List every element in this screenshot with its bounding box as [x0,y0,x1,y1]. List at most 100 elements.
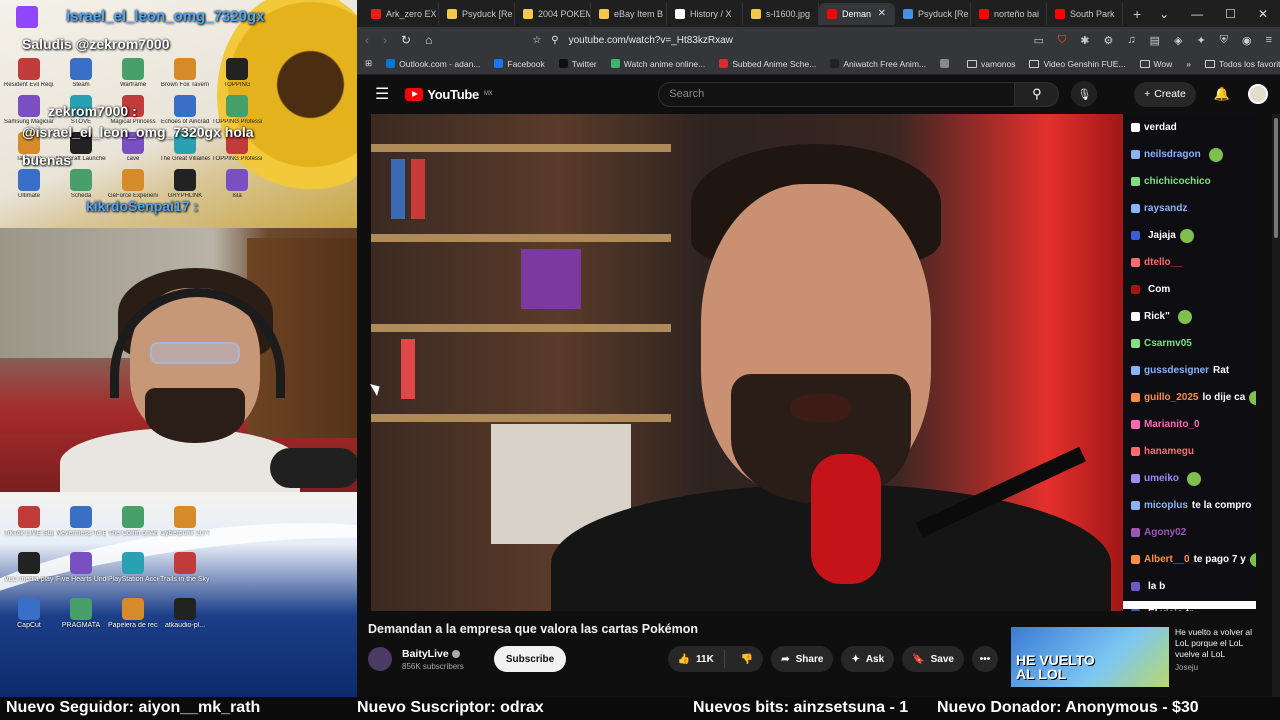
bookmark-item[interactable]: Outlook.com - adan... [386,59,480,69]
music-icon[interactable]: ♫ [1127,34,1135,47]
chat-username[interactable]: dtello__ [1144,249,1182,276]
desktop-icon[interactable]: TikTok LIVE Studio [4,506,54,538]
desktop-icon[interactable]: Cyberpunk 2077 [160,506,210,538]
chat-username[interactable]: micoplus [1144,492,1188,519]
chat-username[interactable]: Agony02 [1144,519,1186,546]
desktop-icon[interactable]: Scheda [56,169,106,200]
desktop-icon[interactable]: Papelera de reciclaje [108,598,158,630]
browser-tab[interactable]: Ark_zero EX [363,2,439,25]
reload-icon[interactable]: ↻ [401,33,411,47]
forward-icon[interactable]: › [383,33,387,47]
channel-avatar[interactable] [368,647,392,671]
desktop-icon[interactable]: Samsung Magician [4,95,54,126]
puzzle-icon[interactable]: ⚙ [1104,34,1114,47]
address-bar[interactable]: ☆ ⚲ youtube.com/watch?v=_Ht83kzRxaw [532,35,733,46]
bookmark-item[interactable]: Aniwatch Free Anim... [830,59,926,69]
recommended-video[interactable]: HE VUELTO AL LOL He vuelto a volver al Lo… [1011,627,1271,687]
notifications-bell-icon[interactable]: 🔔 [1214,86,1230,102]
dislike-button[interactable]: 👎 [731,654,763,665]
browser-tab[interactable]: 2004 POKEM [515,2,591,25]
chat-username[interactable]: raysandz [1144,195,1187,222]
tab-list-icon[interactable]: ⌄ [1159,7,1169,21]
maximize-icon[interactable]: ☐ [1225,7,1236,21]
recommended-channel[interactable]: Joseju [1175,662,1267,673]
bookmark-folder[interactable]: Video Genshin FUE... [1029,59,1126,69]
minimize-icon[interactable]: — [1191,7,1203,21]
desktop-icon[interactable]: PRAGMATA [56,598,106,630]
bookmark-folder[interactable]: Wow [1139,59,1172,69]
desktop-icon[interactable]: The Coffin of Andy and L... [108,506,158,538]
browser-tab[interactable]: South Park [1047,2,1123,25]
account-avatar[interactable] [1248,84,1268,104]
search-input[interactable]: Search [658,81,1016,107]
desktop-icon[interactable]: Resident Evil Requiem [4,58,54,89]
browser-tab[interactable]: Deman ✕ [819,2,895,25]
scrollbar-thumb[interactable] [1274,118,1278,238]
subscribe-button[interactable]: Subscribe [493,646,567,672]
desktop-icon[interactable]: Brown Fox Tavern [160,58,210,89]
hamburger-menu-icon[interactable]: ☰ [375,84,389,104]
desktop-icon[interactable]: PlayStation Accessories [108,552,158,584]
desktop-icon[interactable]: GeForce Experience [108,169,158,200]
bookmark-item[interactable]: Twitter [558,59,597,69]
desktop-icon[interactable]: Trails in the Sky 1st Ch... [160,552,210,584]
voice-search-button[interactable]: 🎙 [1071,81,1098,107]
channel-name[interactable]: BaityLive [402,648,464,660]
create-button[interactable]: + Create [1134,81,1196,107]
desktop-icon[interactable]: Steam [56,58,106,89]
site-info-icon[interactable]: ⚲ [551,35,558,46]
chat-username[interactable]: umeiko [1144,465,1179,492]
browser-tab[interactable]: Psyduck [Re [895,2,971,25]
chat-username[interactable]: hanamegu [1144,438,1194,465]
bookmark-item[interactable]: Facebook [494,59,545,69]
ask-button[interactable]: ✦ Ask [841,646,895,672]
browser-tab[interactable]: s-l1600.jpg [743,2,819,25]
chat-username[interactable]: Rick" [1144,303,1170,330]
save-button[interactable]: 🔖 Save [902,646,964,672]
extension-icon[interactable]: ✱ [1080,34,1089,47]
youtube-logo[interactable]: YouTube MX [405,87,493,102]
chat-username[interactable]: Albert__0 [1144,546,1190,573]
like-button[interactable]: 👍 11K [668,650,725,668]
desktop-icon[interactable]: Five Hearts Under O... [56,552,106,584]
browser-tab[interactable]: History / X [667,2,743,25]
chat-username[interactable]: neilsdragon [1144,141,1201,168]
vpn-icon[interactable]: ⛨ [1220,34,1228,47]
bookmarks-overflow-icon[interactable]: » [1186,59,1191,69]
new-tab-button[interactable]: + [1123,6,1151,22]
bookmark-item[interactable]: Subbed Anime Sche... [719,59,816,69]
desktop-icon[interactable]: TOPPING [212,58,262,89]
cast-icon[interactable]: ▭ [1034,34,1044,47]
chat-username[interactable]: gussdesigner [1144,357,1209,384]
close-tab-icon[interactable]: ✕ [878,8,886,19]
page-scrollbar[interactable] [1272,114,1280,697]
video-player[interactable] [371,114,1123,611]
sidebar-icon[interactable]: ▤ [1150,34,1160,47]
desktop-icon[interactable]: VLC media player [4,552,54,584]
bookmark-item[interactable] [939,59,953,68]
apps-icon[interactable]: ⊞ [365,58,372,69]
browser-tab[interactable]: Psyduck [Re [439,2,515,25]
bookmark-item[interactable]: Watch anime online... [610,59,705,69]
desktop-icon[interactable]: Echoes of Aincrad [160,95,210,126]
all-bookmarks-folder[interactable]: Todos los favoritos [1205,59,1280,69]
bookmark-star-icon[interactable]: ☆ [532,35,541,46]
desktop-icon[interactable]: Warframe [108,58,158,89]
chat-username[interactable]: chichicochico [1144,168,1211,195]
chat-username[interactable]: Marianito_0 [1144,411,1200,438]
desktop-icon[interactable]: CapCut [4,598,54,630]
back-icon[interactable]: ‹ [365,33,369,47]
profile-icon[interactable]: ◉ [1242,34,1252,47]
bookmark-folder[interactable]: vamonos [966,59,1015,69]
menu-icon[interactable]: ≡ [1266,34,1272,47]
chat-username[interactable]: verdad [1144,114,1177,141]
desktop-icon[interactable]: atkaudio-pl... [160,598,210,630]
ai-icon[interactable]: ✦ [1197,34,1206,47]
brave-shield-icon[interactable]: ⛉ [1058,34,1066,47]
desktop-icon[interactable]: GRYPHLINK [160,169,210,200]
search-button[interactable]: ⚲ [1015,81,1060,107]
desktop-icon[interactable]: Ultimate [4,169,54,200]
browser-tab[interactable]: norteño bai [971,2,1047,25]
browser-tab[interactable]: eBay Item B [591,2,667,25]
desktop-icon[interactable]: TOPPING Professio... [212,95,262,126]
